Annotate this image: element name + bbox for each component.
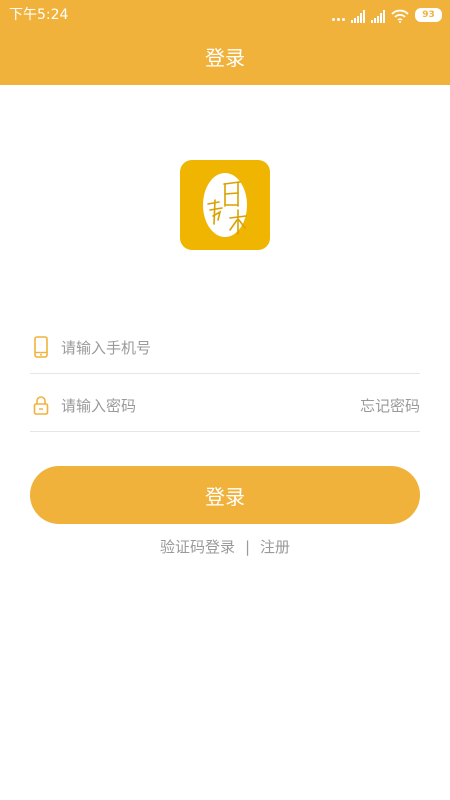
- forgot-password-link[interactable]: 忘记密码: [360, 395, 420, 417]
- phone-icon: [34, 336, 48, 358]
- link-separator: |: [244, 538, 251, 556]
- header-bar: 下午5:24 93 登录: [0, 0, 450, 85]
- login-screen: 下午5:24 93 登录 请输入手机号 忘记密码 登录 验证码登录 | 注册: [0, 0, 450, 800]
- status-bar: 下午5:24 93: [0, 0, 450, 30]
- login-button[interactable]: 登录: [30, 466, 420, 524]
- password-field: 忘记密码: [30, 381, 420, 432]
- lock-icon: [33, 396, 49, 415]
- more-dots-icon: [332, 7, 345, 23]
- sms-login-link[interactable]: 验证码登录: [160, 538, 235, 556]
- phone-field: [30, 323, 420, 374]
- wifi-icon: [391, 9, 409, 23]
- register-link[interactable]: 注册: [260, 538, 290, 556]
- password-input[interactable]: [61, 393, 321, 419]
- signal-icon: [371, 10, 385, 23]
- status-icons: 93: [332, 7, 442, 23]
- phone-input[interactable]: [61, 335, 321, 361]
- battery-icon: 93: [415, 8, 442, 22]
- status-time: 下午5:24: [9, 7, 69, 23]
- bottom-links: 验证码登录 | 注册: [0, 536, 450, 558]
- app-logo-icon: [180, 160, 270, 250]
- signal-icon: [351, 10, 365, 23]
- page-title: 登录: [205, 46, 245, 70]
